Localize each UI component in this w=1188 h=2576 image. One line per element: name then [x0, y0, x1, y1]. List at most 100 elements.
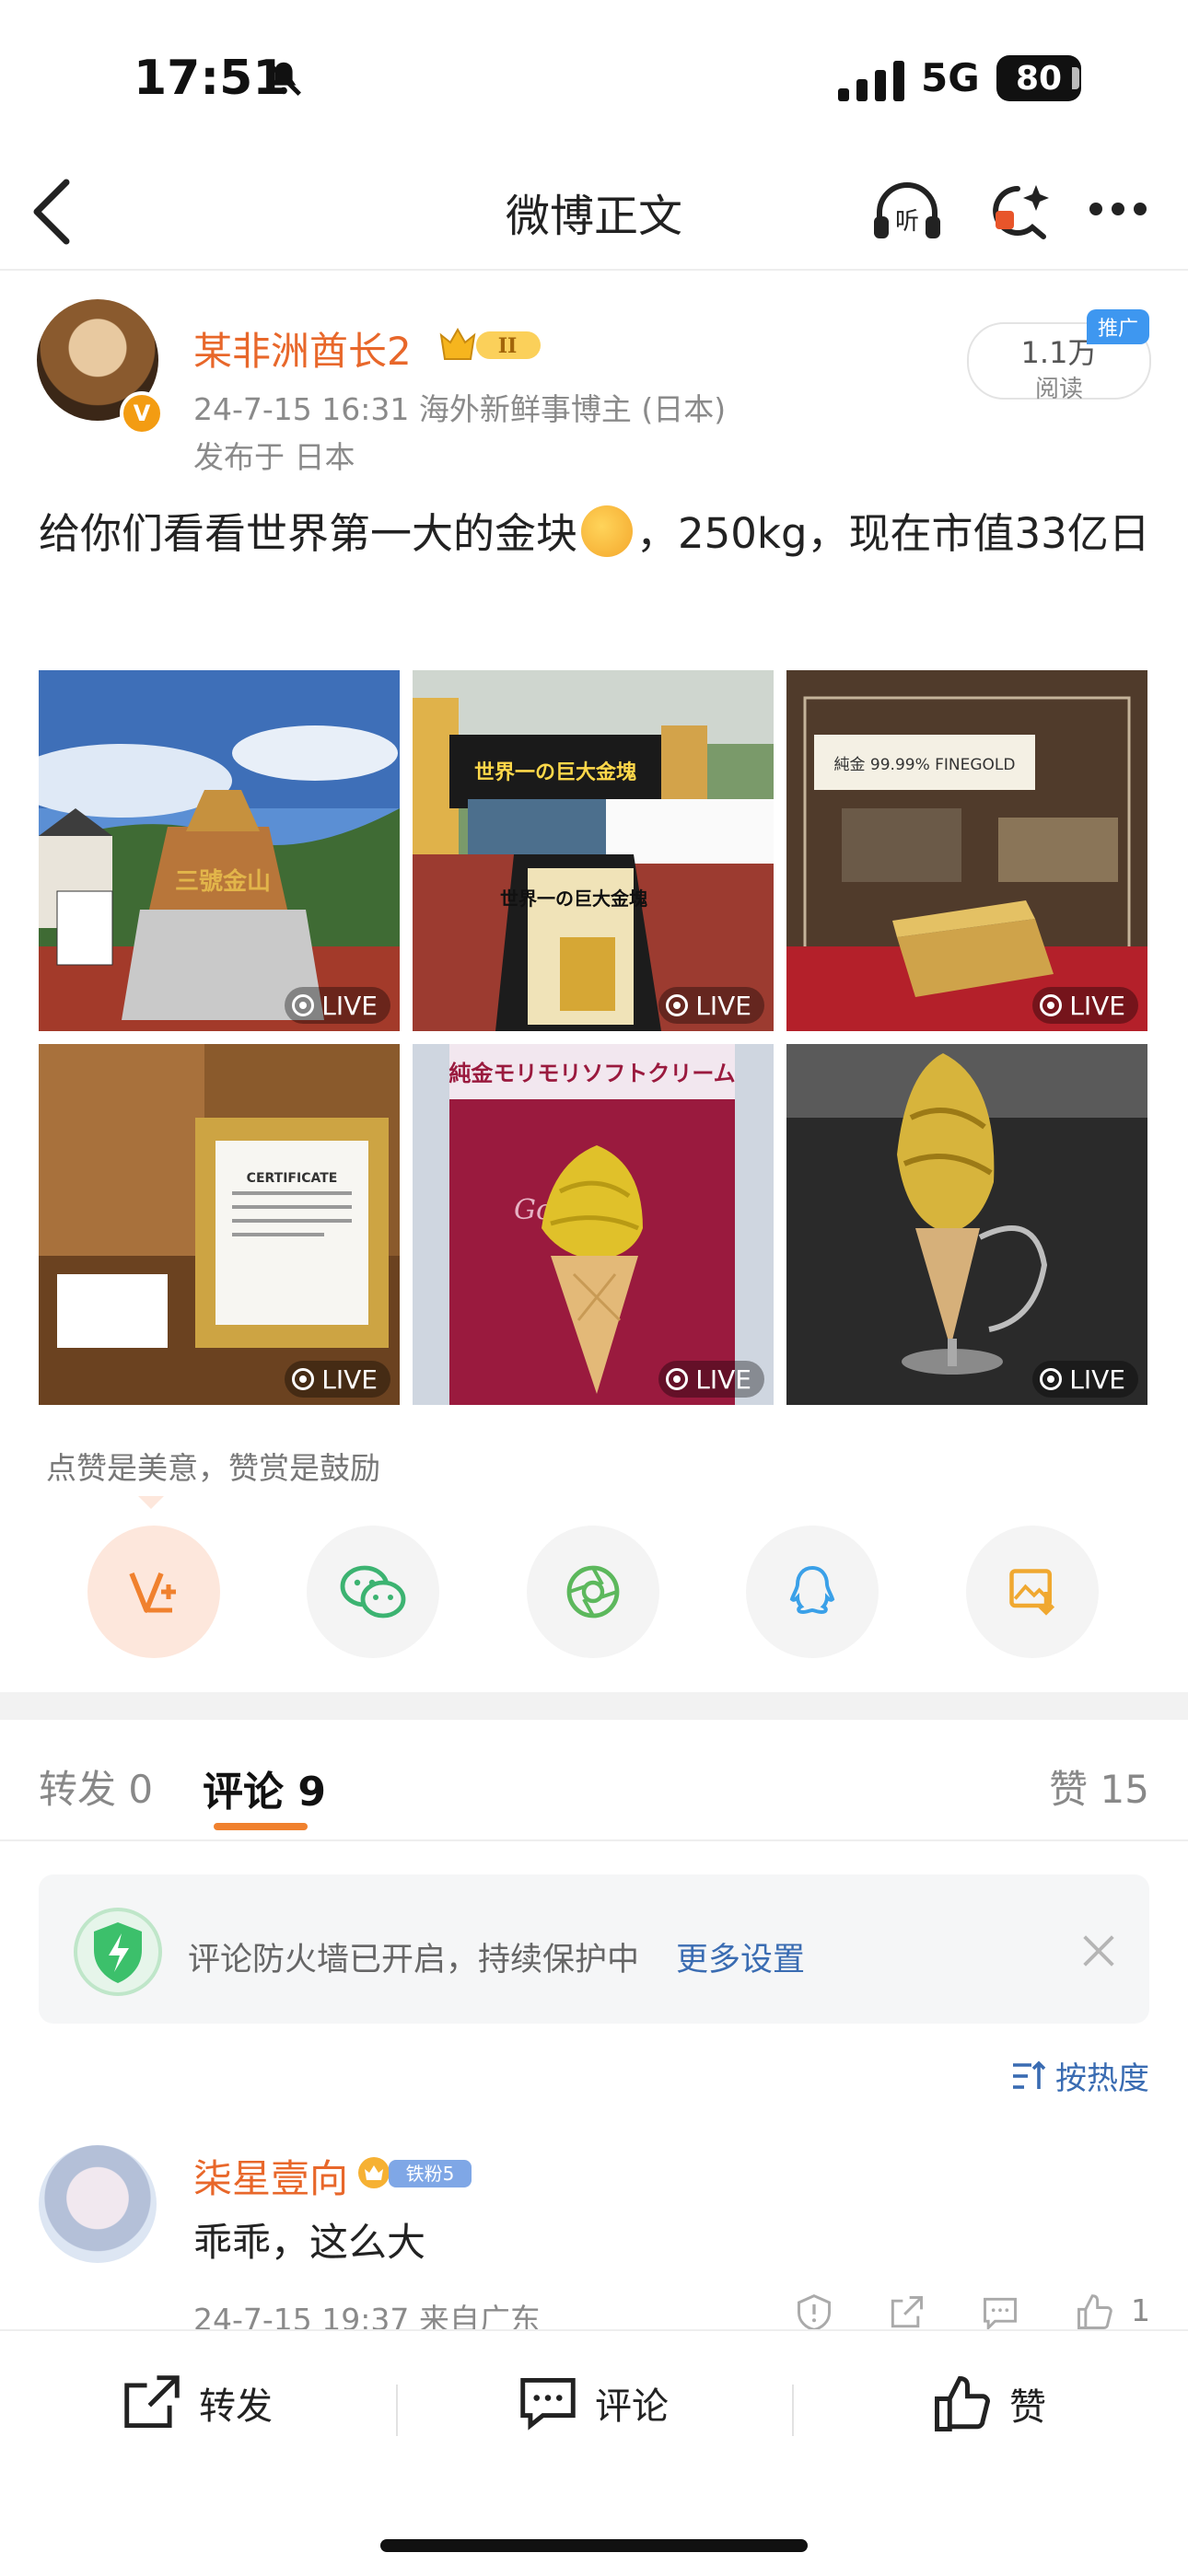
reply-icon[interactable]	[980, 2292, 1020, 2333]
bottom-separator	[396, 2385, 398, 2436]
signal-icon	[838, 61, 904, 101]
note-pointer	[138, 1496, 164, 1509]
commenter-name[interactable]: 柒星壹向	[193, 2148, 348, 2204]
read-label: 阅读	[1034, 376, 1083, 403]
share-moments-button[interactable]	[527, 1526, 659, 1658]
shield-icon	[74, 1908, 162, 1996]
post-text-part2: ，250kg，现在市值33亿日	[636, 509, 1150, 558]
img2-banner: 世界一の巨大金塊	[474, 760, 636, 784]
img3-label: 純金 99.99% FINEGOLD	[834, 756, 1016, 774]
repost-button[interactable]: 转发	[122, 2375, 273, 2431]
tab-comments[interactable]: 评论 9	[203, 1758, 326, 1817]
battery-indicator: 80	[996, 55, 1081, 101]
post-image-5[interactable]: 純金モリモリソフトクリーム Gold LIVE	[413, 1044, 774, 1405]
bottom-separator	[792, 2385, 794, 2436]
more-options-icon[interactable]	[1087, 198, 1149, 220]
author-name[interactable]: 某非洲酋长2	[193, 320, 412, 377]
crown-level-icon: II	[439, 327, 541, 360]
sort-by-heat-button[interactable]: 按热度	[1011, 2053, 1149, 2098]
home-indicator	[380, 2539, 808, 2552]
live-label: LIVE	[321, 1363, 378, 1395]
tab-comments-label: 评论	[203, 1769, 284, 1816]
report-icon[interactable]	[794, 2292, 834, 2333]
post-image-2[interactable]: 世界一の巨大金塊 世界一の巨大金塊 LIVE	[413, 670, 774, 1031]
live-icon	[292, 994, 315, 1016]
comment-like-count: 1	[1131, 2292, 1150, 2328]
network-type: 5G	[921, 55, 980, 100]
share-comment-icon[interactable]	[886, 2292, 926, 2333]
tab-reposts-label: 转发	[39, 1767, 117, 1812]
comment-text: 乖乖，这么大	[193, 2220, 426, 2265]
firewall-text: 评论防火墙已开启，持续保护中	[188, 1942, 640, 1978]
save-image-icon	[1009, 1569, 1055, 1616]
post-image-3[interactable]: 純金 99.99% FINEGOLD LIVE	[786, 670, 1147, 1031]
live-badge: LIVE	[1032, 1361, 1138, 1398]
active-tab-indicator	[214, 1823, 308, 1830]
live-badge: LIVE	[285, 987, 390, 1024]
fan-badge: 铁粉5	[358, 2157, 472, 2188]
nav-divider	[0, 269, 1188, 271]
bell-muted-icon	[266, 61, 301, 96]
qq-penguin-icon	[789, 1565, 835, 1615]
tab-likes-count: 15	[1100, 1767, 1149, 1812]
live-badge: LIVE	[658, 1361, 764, 1398]
tab-divider	[0, 1839, 1188, 1841]
img4-cert: CERTIFICATE	[247, 1171, 338, 1186]
repost-label: 转发	[199, 2385, 273, 2428]
tab-reposts[interactable]: 转发 0	[39, 1758, 153, 1815]
verified-badge: V	[120, 391, 164, 435]
live-icon	[1040, 994, 1063, 1016]
post-image-4[interactable]: CERTIFICATE LIVE	[39, 1044, 400, 1405]
post-location: 发布于 日本	[193, 439, 355, 475]
reward-button[interactable]	[87, 1526, 220, 1658]
firewall-more-settings-link[interactable]: 更多设置	[676, 1933, 805, 1980]
img2-sign: 世界一の巨大金塊	[500, 888, 647, 910]
save-image-button[interactable]	[966, 1526, 1099, 1658]
img5-title: 純金モリモリソフトクリーム	[448, 1061, 735, 1086]
commenter-avatar[interactable]	[39, 2145, 157, 2263]
live-icon	[1040, 1368, 1063, 1390]
tab-comments-count: 9	[297, 1769, 326, 1816]
likes-note: 点赞是美意，赞赏是鼓励	[46, 1450, 380, 1486]
post-text-part1: 给你们看看世界第一大的金块	[39, 509, 578, 558]
level-badge-text: II	[498, 334, 518, 358]
live-label: LIVE	[321, 990, 378, 1021]
svg-text:听: 听	[895, 208, 919, 236]
share-qq-button[interactable]	[746, 1526, 879, 1658]
like-label: 赞	[1009, 2386, 1046, 2429]
sort-label: 按热度	[1055, 2060, 1149, 2097]
post-body: 给你们看看世界第一大的金块 ，250kg，现在市值33亿日	[39, 502, 1153, 566]
moments-aperture-icon	[566, 1565, 620, 1619]
live-label: LIVE	[1069, 1363, 1125, 1395]
close-icon[interactable]	[1077, 1930, 1120, 1972]
battery-cap	[1072, 67, 1079, 89]
live-label: LIVE	[1069, 990, 1125, 1021]
drooling-emoji-icon	[581, 505, 634, 557]
fan-badge-text: 铁粉5	[406, 2163, 455, 2185]
reward-icon	[129, 1572, 176, 1613]
sort-icon	[1013, 2060, 1046, 2089]
ai-spark-icon[interactable]	[981, 178, 1054, 244]
wechat-icon	[340, 1565, 406, 1619]
live-badge: LIVE	[1032, 987, 1138, 1024]
share-wechat-button[interactable]	[307, 1526, 439, 1658]
live-label: LIVE	[695, 1363, 751, 1395]
live-badge: LIVE	[285, 1361, 390, 1398]
section-separator	[0, 1692, 1188, 1720]
img1-sign: 三號金山	[175, 867, 271, 896]
like-button[interactable]: 赞	[932, 2375, 1046, 2432]
thumbs-up-icon[interactable]	[1074, 2292, 1114, 2333]
live-icon	[666, 1368, 689, 1390]
comment-label: 评论	[595, 2385, 669, 2428]
tab-reposts-count: 0	[128, 1767, 154, 1812]
post-image-1[interactable]: 三號金山 LIVE	[39, 670, 400, 1031]
post-image-6[interactable]: LIVE	[786, 1044, 1147, 1405]
live-label: LIVE	[695, 990, 751, 1021]
tab-likes[interactable]: 赞 15	[1049, 1758, 1149, 1815]
promo-tag[interactable]: 推广	[1087, 309, 1149, 344]
live-badge: LIVE	[658, 987, 764, 1024]
comment-button[interactable]: 评论	[518, 2375, 669, 2431]
like-icon	[935, 2376, 990, 2431]
listen-headphones-icon[interactable]: 听	[870, 178, 944, 244]
comment-icon	[520, 2378, 576, 2431]
